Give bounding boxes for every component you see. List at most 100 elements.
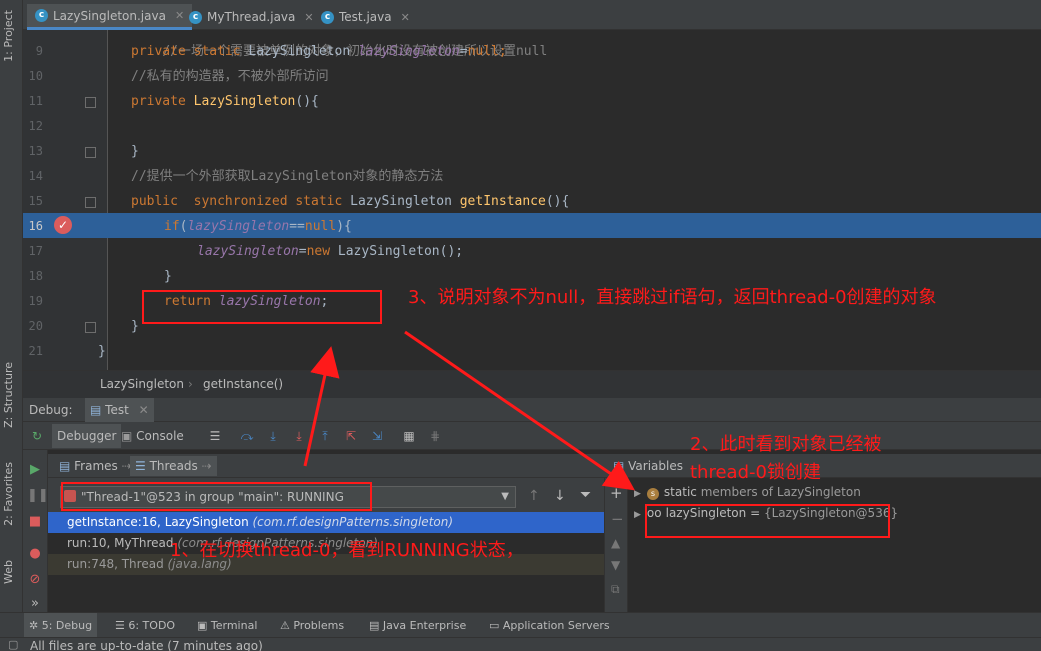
- tab-debugger[interactable]: Debugger: [52, 424, 122, 448]
- variables-tree: ▶ s static members of LazySingleton ▶ oo laz…: [628, 478, 1041, 612]
- frame-method: getInstance:16, LazySingleton: [67, 515, 253, 529]
- code-text: =: [298, 244, 307, 259]
- variables-icon: ▤: [613, 459, 629, 473]
- tab-label: Test.java: [339, 10, 392, 24]
- code-text: ==: [289, 219, 305, 234]
- pause-icon[interactable]: ❚❚: [27, 488, 49, 504]
- copy-icon[interactable]: ⧉: [611, 582, 620, 597]
- close-icon[interactable]: ✕: [139, 403, 149, 417]
- tool-tab-label: Application Servers: [502, 619, 610, 632]
- code-line-9: private static LazySingleton lazySinglet…: [91, 39, 1041, 64]
- line-number: 9: [35, 44, 43, 58]
- code-text: }: [131, 144, 139, 159]
- tab-console[interactable]: ▣ Console: [116, 424, 189, 448]
- tab-lazysingleton[interactable]: c LazySingleton.java ✕: [27, 4, 193, 30]
- debug-side-toolbar: ▶ ❚❚ ■ ● ⊘ »: [23, 450, 49, 612]
- breadcrumb-class[interactable]: LazySingleton: [100, 377, 184, 391]
- stop-icon[interactable]: ■: [27, 514, 43, 530]
- debug-window-header: Debug: ▤ Test ✕: [23, 398, 1041, 422]
- step-into-icon[interactable]: ⤓: [291, 428, 307, 444]
- tree-node-static[interactable]: ▶ s static members of LazySingleton: [628, 482, 861, 502]
- breadcrumb-method[interactable]: getInstance(): [203, 377, 283, 391]
- annotation-note-2-line1: 2、此时看到对象已经被: [690, 434, 882, 455]
- tool-tab-todo[interactable]: ☰ 6: TODO: [110, 613, 180, 638]
- code-keyword: null: [304, 219, 337, 234]
- tab-frames[interactable]: ▤ Frames ⇢: [54, 456, 137, 476]
- close-icon[interactable]: ✕: [401, 11, 410, 24]
- breakpoint-icon[interactable]: ✓: [54, 216, 72, 234]
- expand-icon[interactable]: ▶: [634, 489, 641, 499]
- code-text: }: [98, 344, 106, 359]
- code-method-name: LazySingleton: [193, 94, 296, 109]
- tool-tab-application-servers[interactable]: ▭ Application Servers: [484, 613, 615, 638]
- static-members-icon: s: [646, 488, 659, 500]
- code-text: LazySingleton();: [337, 244, 464, 259]
- remove-watch-icon[interactable]: −: [611, 510, 624, 528]
- tab-mythread[interactable]: c MyThread.java ✕: [181, 4, 322, 30]
- frames-list: getInstance:16, LazySingleton (com.rf.de…: [48, 512, 604, 612]
- evaluate-expression-icon[interactable]: ▦: [401, 428, 417, 444]
- code-keyword: new: [306, 244, 338, 259]
- move-up-icon[interactable]: ▲: [611, 536, 620, 550]
- debug-label: Debug:: [29, 403, 73, 417]
- line-number: 14: [28, 169, 43, 183]
- resume-icon[interactable]: ▶: [27, 462, 43, 478]
- frames-header: ▤ Frames ⇢ ☰ Threads ⇢: [48, 454, 604, 478]
- add-watch-icon[interactable]: +: [610, 484, 623, 502]
- web-tool-tab[interactable]: Web: [2, 560, 15, 584]
- step-out-icon[interactable]: ⇱: [343, 428, 359, 444]
- view-breakpoints-icon[interactable]: ●: [27, 546, 43, 562]
- rerun-icon[interactable]: ↻: [29, 428, 45, 444]
- previous-frame-icon[interactable]: ↑: [528, 488, 540, 504]
- run-to-cursor-icon[interactable]: ⇲: [369, 428, 385, 444]
- java-class-icon: c: [321, 10, 334, 24]
- tool-tab-debug[interactable]: ✲ 5: Debug: [24, 613, 98, 638]
- mute-breakpoints-icon[interactable]: ⊘: [27, 572, 43, 588]
- tool-tab-label: 6: TODO: [128, 619, 176, 632]
- static-label: static: [663, 485, 697, 499]
- left-tool-strip: 1: Project Z: Structure 2: Favorites Web: [0, 0, 23, 612]
- favorites-tool-tab[interactable]: 2: Favorites: [2, 462, 15, 526]
- list-item[interactable]: getInstance:16, LazySingleton (com.rf.de…: [48, 512, 604, 533]
- more-icon[interactable]: »: [27, 596, 43, 612]
- status-text: All files are up-to-date (7 minutes ago): [30, 639, 263, 651]
- tool-tab-terminal[interactable]: ▣ Terminal: [192, 613, 262, 638]
- code-keyword: public synchronized static: [131, 194, 351, 209]
- expand-icon[interactable]: ▶: [634, 510, 641, 520]
- trace-icon[interactable]: ⋕: [427, 428, 443, 444]
- annotation-box-variable: [645, 504, 890, 538]
- tool-tab-java-enterprise[interactable]: ▤ Java Enterprise: [364, 613, 471, 638]
- line-number: 20: [28, 319, 43, 333]
- structure-tool-tab[interactable]: Z: Structure: [2, 362, 15, 428]
- tool-tab-problems[interactable]: ⚠ Problems: [275, 613, 349, 638]
- force-step-into-icon[interactable]: ⤒: [317, 428, 333, 444]
- line-number: 12: [28, 119, 43, 133]
- code-line-13: }: [91, 139, 1041, 164]
- frame-method: run:10, MyThread: [67, 536, 178, 550]
- line-number: 11: [28, 94, 43, 108]
- code-type: LazySingleton: [248, 44, 358, 59]
- tab-threads[interactable]: ☰ Threads ⇢: [130, 456, 217, 476]
- show-execution-point-icon[interactable]: ⤼: [239, 428, 255, 444]
- code-line-8: //一场一个需要被单例的对象，初始化时没有被创建所以设置null: [91, 30, 1041, 59]
- code-text: =: [459, 44, 468, 59]
- bottom-tool-bar: ✲ 5: Debug ☰ 6: TODO ▣ Terminal ⚠ Proble…: [0, 612, 1041, 638]
- server-icon: ▭: [489, 619, 503, 632]
- run-config-icon: ▤: [90, 403, 106, 417]
- tab-test[interactable]: c Test.java ✕: [313, 4, 418, 30]
- tab-variables[interactable]: ▤ Variables: [608, 456, 688, 476]
- project-tool-tab[interactable]: 1: Project: [2, 10, 15, 62]
- code-line-11: private LazySingleton(){: [91, 89, 1041, 114]
- debug-config-tab[interactable]: ▤ Test ✕: [85, 398, 154, 422]
- java-enterprise-icon: ▤: [369, 619, 383, 632]
- menu-lines-icon[interactable]: ☰: [207, 428, 223, 444]
- filter-icon[interactable]: ⏷: [580, 487, 591, 503]
- next-frame-icon[interactable]: ↓: [554, 488, 566, 504]
- code-line-10: //私有的构造器，不被外部所访问: [91, 64, 1041, 89]
- code-method-name: getInstance: [459, 194, 546, 209]
- step-over-icon[interactable]: ⤓: [265, 428, 281, 444]
- line-number: 18: [28, 269, 43, 283]
- code-text: }: [131, 319, 139, 334]
- move-down-icon[interactable]: ▼: [611, 558, 620, 572]
- line-number: 21: [28, 344, 43, 358]
